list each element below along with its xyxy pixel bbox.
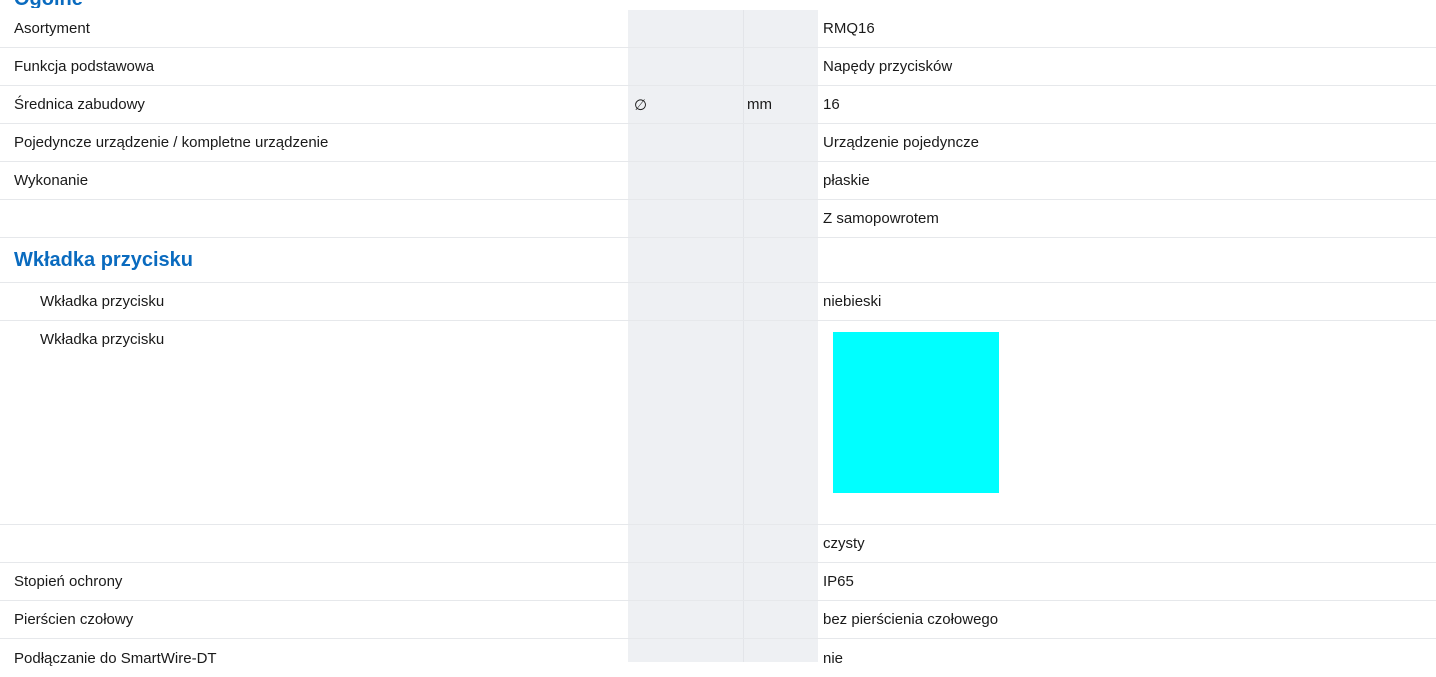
row-value: nie (818, 639, 1436, 677)
row-label: Wykonanie (0, 162, 628, 200)
row-unit (743, 162, 818, 200)
row-label (0, 200, 628, 238)
row-label: Pojedyncze urządzenie / kompletne urządz… (0, 124, 628, 162)
row-unit (743, 124, 818, 162)
row-label: Podłączanie do SmartWire-DT (0, 639, 628, 677)
table-row: Podłączanie do SmartWire-DT nie (0, 639, 1436, 677)
color-swatch (833, 332, 999, 493)
row-symbol (628, 48, 743, 86)
table-row: Stopień ochrony IP65 (0, 563, 1436, 601)
row-label: Wkładka przycisku (0, 321, 628, 525)
table-row: Wkładka przycisku niebieski (0, 283, 1436, 321)
row-symbol (628, 124, 743, 162)
row-value: RMQ16 (818, 10, 1436, 48)
row-label: Średnica zabudowy (0, 86, 628, 124)
row-value: bez pierścienia czołowego (818, 601, 1436, 639)
table-row: Wkładka przycisku (0, 321, 1436, 525)
row-value: Z samopowrotem (818, 200, 1436, 238)
row-label: Wkładka przycisku (0, 283, 628, 321)
previous-section-heading: Ogólne (14, 0, 83, 8)
row-value: 16 (818, 86, 1436, 124)
table-row: czysty (0, 525, 1436, 563)
row-value: płaskie (818, 162, 1436, 200)
row-symbol (628, 200, 743, 238)
row-value: niebieski (818, 283, 1436, 321)
section-row: Wkładka przycisku (0, 238, 1436, 283)
row-label: Funkcja podstawowa (0, 48, 628, 86)
table-row: Średnica zabudowy ∅ mm 16 (0, 86, 1436, 124)
table-row: Z samopowrotem (0, 200, 1436, 238)
row-symbol: ∅ (628, 86, 743, 124)
row-symbol (628, 10, 743, 48)
table-row: Funkcja podstawowa Napędy przycisków (0, 48, 1436, 86)
row-unit (743, 10, 818, 48)
table-row: Pierścien czołowy bez pierścienia czołow… (0, 601, 1436, 639)
row-unit: mm (743, 86, 818, 124)
row-value: czysty (818, 525, 1436, 563)
table-row: Wykonanie płaskie (0, 162, 1436, 200)
row-value: IP65 (818, 563, 1436, 601)
table-row: Asortyment RMQ16 (0, 10, 1436, 48)
row-unit (743, 200, 818, 238)
spec-table: Asortyment RMQ16 Funkcja podstawowa Napę… (0, 10, 1436, 677)
row-label: Pierścien czołowy (0, 601, 628, 639)
section-heading: Wkładka przycisku (0, 238, 628, 283)
row-value: Napędy przycisków (818, 48, 1436, 86)
row-symbol (628, 162, 743, 200)
row-label: Asortyment (0, 10, 628, 48)
row-unit (743, 48, 818, 86)
row-value: Urządzenie pojedyncze (818, 124, 1436, 162)
row-label: Stopień ochrony (0, 563, 628, 601)
table-row: Pojedyncze urządzenie / kompletne urządz… (0, 124, 1436, 162)
